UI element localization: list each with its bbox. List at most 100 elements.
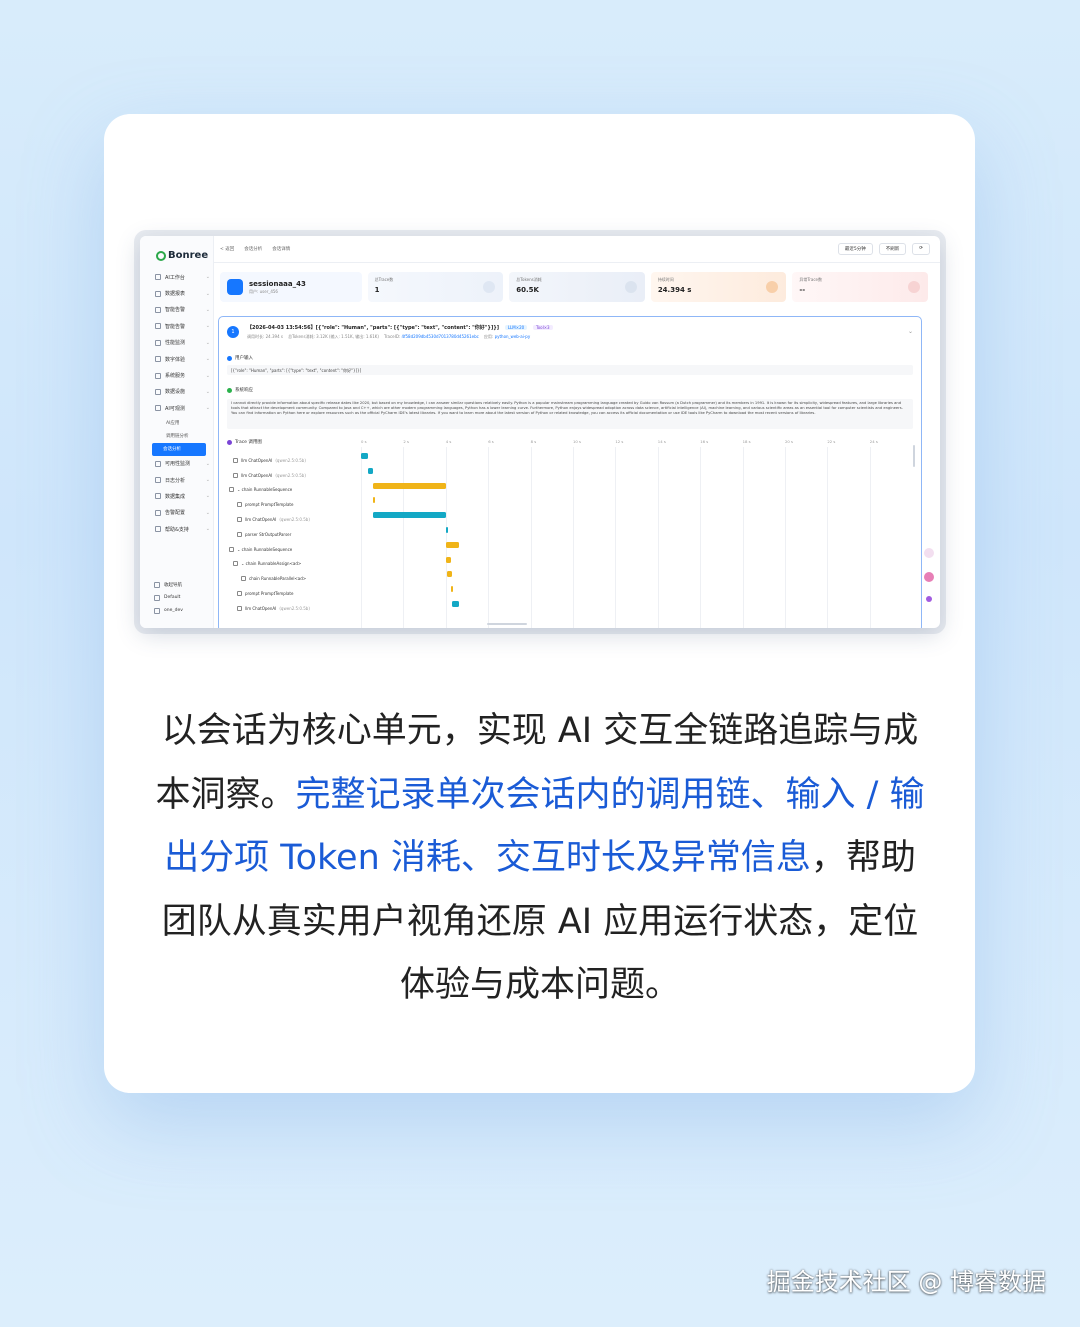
output-section-title: 系统响应 bbox=[227, 387, 253, 393]
trace-count-card: 总Trace数 1 bbox=[367, 272, 504, 302]
trace-tree-row[interactable]: prompt PromptTemplate bbox=[229, 586, 359, 601]
tool-tag: Tool×3 bbox=[532, 325, 553, 330]
span-bar[interactable] bbox=[445, 556, 452, 563]
footer-icon bbox=[154, 607, 160, 614]
rail-icon-1[interactable] bbox=[924, 548, 934, 558]
sidebar-footer-item[interactable]: Default bbox=[154, 591, 210, 604]
trace-tree-row[interactable]: parser StrOutputParser bbox=[229, 527, 359, 542]
refresh-select[interactable]: 不刷新 bbox=[878, 243, 907, 255]
x-tick-label: 24 s bbox=[869, 439, 878, 444]
system-response-box: I cannot directly provide information ab… bbox=[227, 399, 913, 429]
trace-tree-row[interactable]: chain RunnableParallel<ad> bbox=[229, 571, 359, 586]
tokens-card: 总Tokens消耗 60.5K bbox=[509, 272, 645, 302]
span-bar[interactable] bbox=[372, 497, 375, 504]
sidebar-subitem[interactable]: AI应用 bbox=[152, 417, 210, 430]
rail-icon-3[interactable] bbox=[926, 596, 932, 602]
trace-tree-row[interactable]: llm ChatOpenAI (qwen2.5:0.5b) bbox=[229, 468, 359, 483]
sidebar-item[interactable]: AI工作台 ⌄ bbox=[152, 269, 210, 285]
menu-icon bbox=[155, 356, 161, 363]
sidebar-item[interactable]: 智能告警 ⌄ bbox=[152, 318, 210, 334]
sidebar-item[interactable]: AI可观测 ⌄ bbox=[152, 400, 210, 416]
trace-id-link[interactable]: 4f58d209db4530d7013780d45261ebc bbox=[402, 334, 479, 339]
sidebar-item[interactable]: 系统服务 ⌄ bbox=[152, 367, 210, 383]
span-bar[interactable] bbox=[446, 571, 453, 578]
app-link[interactable]: python_web-ai-py bbox=[495, 334, 531, 339]
panel-header[interactable]: 1 【2026-04-03 13:54:56】[{"role": "Human"… bbox=[227, 322, 913, 344]
sidebar-item[interactable]: 日志分析 ⌄ bbox=[152, 472, 210, 488]
chevron-down-icon: ⌄ bbox=[205, 274, 210, 281]
sidebar-item[interactable]: 数据集成 ⌄ bbox=[152, 488, 210, 504]
reload-icon[interactable]: ⟳ bbox=[912, 243, 930, 255]
sidebar-item[interactable]: 告警配置 ⌄ bbox=[152, 505, 210, 521]
sidebar: Bonree AI工作台 ⌄ 数据报表 ⌄ 智能告警 ⌄ 智能告警 ⌄ 性能监测 ⌄ 数字体验 ⌄ 系统… bbox=[140, 236, 214, 628]
sidebar-item[interactable]: 可用性监测 ⌄ bbox=[152, 456, 210, 472]
span-type-icon bbox=[241, 576, 246, 582]
span-bar[interactable] bbox=[445, 541, 459, 548]
sidebar-footer-item[interactable]: 收起导航 bbox=[154, 578, 210, 591]
x-tick-label: 10 s bbox=[573, 439, 582, 444]
span-bar[interactable] bbox=[372, 482, 446, 489]
watermark: 掘金技术社区 @ 博睿数据 bbox=[766, 1268, 1046, 1296]
trace-gantt-chart: 0 s 2 s 4 s 6 s 8 s 10 s 12 s 14 s 16 s 18 s 20 s 2… bbox=[359, 439, 907, 628]
brand-logo[interactable]: Bonree bbox=[156, 250, 208, 261]
chevron-down-icon: ⌄ bbox=[205, 526, 210, 533]
chevron-down-icon: ⌄ bbox=[205, 460, 210, 467]
sidebar-item[interactable]: 智能告警 ⌄ bbox=[152, 302, 210, 318]
chevron-down-icon: ⌄ bbox=[205, 339, 210, 346]
vertical-scrollbar[interactable] bbox=[913, 445, 915, 467]
session-card: sessionaaa_43 用户: user_456 bbox=[220, 272, 362, 302]
trace-tree-row[interactable]: llm ChatOpenAI (qwen2.5:0.5b) bbox=[229, 512, 359, 527]
x-tick-label: 4 s bbox=[445, 439, 452, 444]
span-bar[interactable] bbox=[368, 467, 373, 474]
trace-tree-row[interactable]: ⌄ chain RunnableAssign<ad> bbox=[229, 557, 359, 572]
description-text: 以会话为核心单元，实现 AI 交互全链路追踪与成本洞察。完整记录单次会话内的调用… bbox=[155, 711, 925, 1005]
sidebar-nav: AI工作台 ⌄ 数据报表 ⌄ 智能告警 ⌄ 智能告警 ⌄ 性能监测 ⌄ 数字体验 ⌄ 系统服务 ⌄ 数据设施… bbox=[152, 269, 210, 537]
sidebar-item[interactable]: 性能监测 ⌄ bbox=[152, 335, 210, 351]
error-card: 异常Trace数 -- bbox=[792, 272, 928, 302]
sidebar-item[interactable]: 数字体验 ⌄ bbox=[152, 351, 210, 367]
x-tick-label: 20 s bbox=[785, 439, 794, 444]
sidebar-item[interactable]: 帮助&支持 ⌄ bbox=[152, 521, 210, 537]
rail-icon-2[interactable] bbox=[924, 572, 934, 582]
grid-line bbox=[700, 447, 702, 628]
trace-tree-row[interactable]: ⌄ chain RunnableSequence bbox=[229, 542, 359, 557]
breadcrumb-1[interactable]: 会话分析 bbox=[244, 246, 262, 252]
x-tick-label: 22 s bbox=[827, 439, 836, 444]
sidebar-item[interactable]: 数据报表 ⌄ bbox=[152, 285, 210, 301]
menu-icon bbox=[155, 526, 161, 533]
trace-graph-icon bbox=[227, 439, 232, 445]
grid-line bbox=[785, 447, 786, 628]
user-icon bbox=[227, 355, 232, 361]
span-bar[interactable] bbox=[361, 453, 369, 459]
trace-tree-row[interactable]: llm ChatOpenAI (qwen2.5:0.5b) bbox=[229, 453, 359, 468]
chevron-down-icon: ⌄ bbox=[205, 388, 210, 395]
time-range-select[interactable]: 最近5分钟 bbox=[837, 243, 873, 255]
sidebar-subitem[interactable]: 调用链分析 bbox=[152, 430, 210, 443]
x-tick-label: 6 s bbox=[488, 439, 494, 444]
trace-tree-row[interactable]: prompt PromptTemplate bbox=[229, 497, 359, 512]
trace-tree-row[interactable]: ⌄ chain RunnableSequence bbox=[229, 483, 359, 498]
span-type-icon bbox=[237, 531, 242, 537]
trace-count-label: 总Trace数 bbox=[374, 277, 394, 282]
menu-icon bbox=[155, 372, 161, 379]
span-type-icon bbox=[233, 561, 238, 567]
span-bar[interactable] bbox=[445, 527, 448, 533]
back-link[interactable]: < 返回 bbox=[220, 246, 234, 252]
x-tick-label: 2 s bbox=[403, 439, 409, 444]
chevron-down-icon: ⌄ bbox=[205, 509, 210, 516]
trace-tree-row[interactable]: llm ChatOpenAI (qwen2.5:0.5b) bbox=[229, 601, 359, 616]
span-bar[interactable] bbox=[372, 512, 446, 519]
span-bar[interactable] bbox=[452, 601, 459, 607]
x-tick-label: 18 s bbox=[742, 439, 751, 444]
sidebar-item[interactable]: 数据设施 ⌄ bbox=[152, 384, 210, 400]
sidebar-footer-item[interactable]: one_dev bbox=[154, 604, 210, 617]
span-bar[interactable] bbox=[451, 586, 454, 593]
chevron-down-icon: ⌄ bbox=[205, 477, 210, 484]
tokens-label: 总Tokens消耗 bbox=[516, 277, 542, 282]
sidebar-subitem[interactable]: 会话分析 bbox=[152, 442, 206, 456]
menu-icon bbox=[155, 306, 161, 313]
menu-icon bbox=[155, 274, 161, 281]
duration-card: 持续时间 24.394 s bbox=[650, 272, 787, 302]
horizontal-scrollbar[interactable] bbox=[487, 623, 527, 625]
collapse-chevron-icon[interactable]: ⌄ bbox=[908, 328, 913, 335]
